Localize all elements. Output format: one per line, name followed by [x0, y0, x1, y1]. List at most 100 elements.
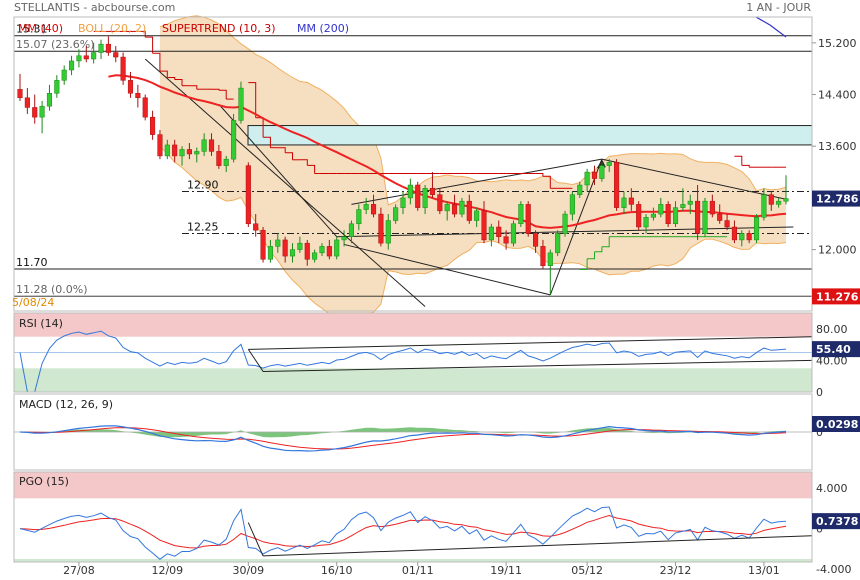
candle — [510, 220, 517, 247]
candle — [157, 130, 163, 160]
candle-body — [91, 52, 97, 60]
candle-body — [113, 52, 119, 58]
rsi-axis-label: 0 — [816, 386, 823, 399]
candle-body — [312, 252, 318, 260]
legend-item: MM (40) — [18, 22, 63, 35]
candle-body — [533, 233, 539, 247]
candle-body — [768, 194, 774, 205]
candle-body — [481, 210, 487, 241]
price-panel: 15.3115.07 (23.6%)11.7011.28 (0.0%)12.90… — [12, 15, 860, 319]
candle — [555, 230, 561, 257]
candle — [665, 201, 671, 227]
rsi-badge: 55.40 — [816, 343, 851, 356]
candle-body — [253, 223, 259, 231]
candle-body — [385, 220, 391, 244]
candle — [113, 46, 119, 63]
candle — [24, 88, 30, 114]
candle — [260, 227, 266, 263]
candle-body — [466, 200, 472, 221]
candle — [105, 36, 111, 56]
candle — [120, 52, 126, 85]
candle-body — [334, 239, 340, 257]
price-axis-label: 12.000 — [818, 244, 857, 257]
candle-body — [569, 194, 575, 215]
candle-body — [525, 204, 531, 234]
pgo-overbought-zone — [14, 472, 812, 499]
candle-body — [98, 43, 104, 53]
mm200-line — [755, 16, 787, 38]
candle-body — [746, 233, 752, 241]
candle-body — [540, 246, 546, 267]
candle-body — [739, 233, 745, 241]
macd-legend: MACD (12, 26, 9) — [19, 398, 113, 411]
pgo-legend: PGO (15) — [19, 475, 69, 488]
candle-body — [17, 89, 23, 99]
candle-body — [157, 134, 163, 157]
candle-body — [54, 80, 60, 94]
candle-body — [135, 92, 141, 99]
candle-body — [341, 236, 347, 241]
candle — [518, 201, 524, 227]
x-axis-label: 05/12 — [571, 564, 603, 577]
candle-body — [761, 194, 767, 218]
candle — [636, 201, 642, 231]
macd-badge: 0.0298 — [816, 418, 858, 431]
candle-body — [488, 226, 494, 241]
candle-body — [577, 184, 583, 195]
candle-body — [680, 204, 686, 208]
candle-body — [422, 187, 428, 208]
pgo-signal-line — [19, 514, 787, 549]
candle-body — [672, 207, 679, 225]
candle-body — [591, 171, 598, 179]
candle-body — [444, 204, 450, 212]
candle-body — [378, 213, 384, 244]
candle-body — [724, 220, 730, 228]
supertrend-segment — [145, 36, 154, 54]
candle-body — [687, 200, 693, 205]
candle-body — [238, 87, 244, 121]
candle-body — [275, 239, 281, 247]
low-price-badge: 11.276 — [816, 290, 859, 303]
candle-body — [407, 184, 413, 199]
candle-body — [39, 105, 45, 118]
candle-body — [201, 139, 207, 152]
candle-body — [400, 197, 406, 208]
candle — [61, 65, 67, 85]
candle-body — [614, 162, 620, 208]
candle-body — [584, 171, 590, 186]
candle — [17, 73, 23, 101]
candle-body — [260, 229, 266, 260]
date-marker-label: 5/08/24 — [12, 296, 54, 309]
price-axis-label: 13.600 — [818, 140, 857, 153]
price-level-label: 15.07 (23.6%) — [16, 38, 95, 51]
candle — [32, 94, 38, 124]
candle-body — [621, 197, 627, 208]
rsi-legend: RSI (14) — [19, 317, 63, 330]
candle-body — [356, 209, 362, 225]
candle — [547, 249, 553, 295]
candle — [54, 75, 60, 98]
pgo-axis-label: 4.000 — [816, 482, 848, 495]
candle-body — [172, 144, 178, 157]
candle — [98, 39, 104, 59]
candle-body — [61, 69, 67, 81]
candle-body — [429, 187, 436, 195]
candle — [562, 210, 568, 237]
last-price-badge: 12.786 — [816, 193, 859, 206]
stock-chart[interactable]: 15.3115.07 (23.6%)11.7011.28 (0.0%)12.90… — [0, 0, 860, 580]
candle-body — [363, 204, 369, 210]
candle-body — [636, 204, 642, 228]
candle-body — [83, 55, 89, 60]
candle-body — [245, 165, 251, 225]
candle — [702, 197, 708, 237]
candle — [135, 84, 141, 108]
candle-body — [326, 246, 332, 257]
pgo-axis-label: -4.000 — [816, 563, 851, 576]
dashed-level-label: 12.25 — [187, 220, 219, 233]
candle-body — [24, 97, 30, 108]
x-axis-label: 30/09 — [232, 564, 264, 577]
candle-body — [452, 204, 458, 215]
candle — [142, 94, 148, 121]
price-axis-label: 15.200 — [818, 37, 857, 50]
candle-body — [208, 139, 215, 152]
